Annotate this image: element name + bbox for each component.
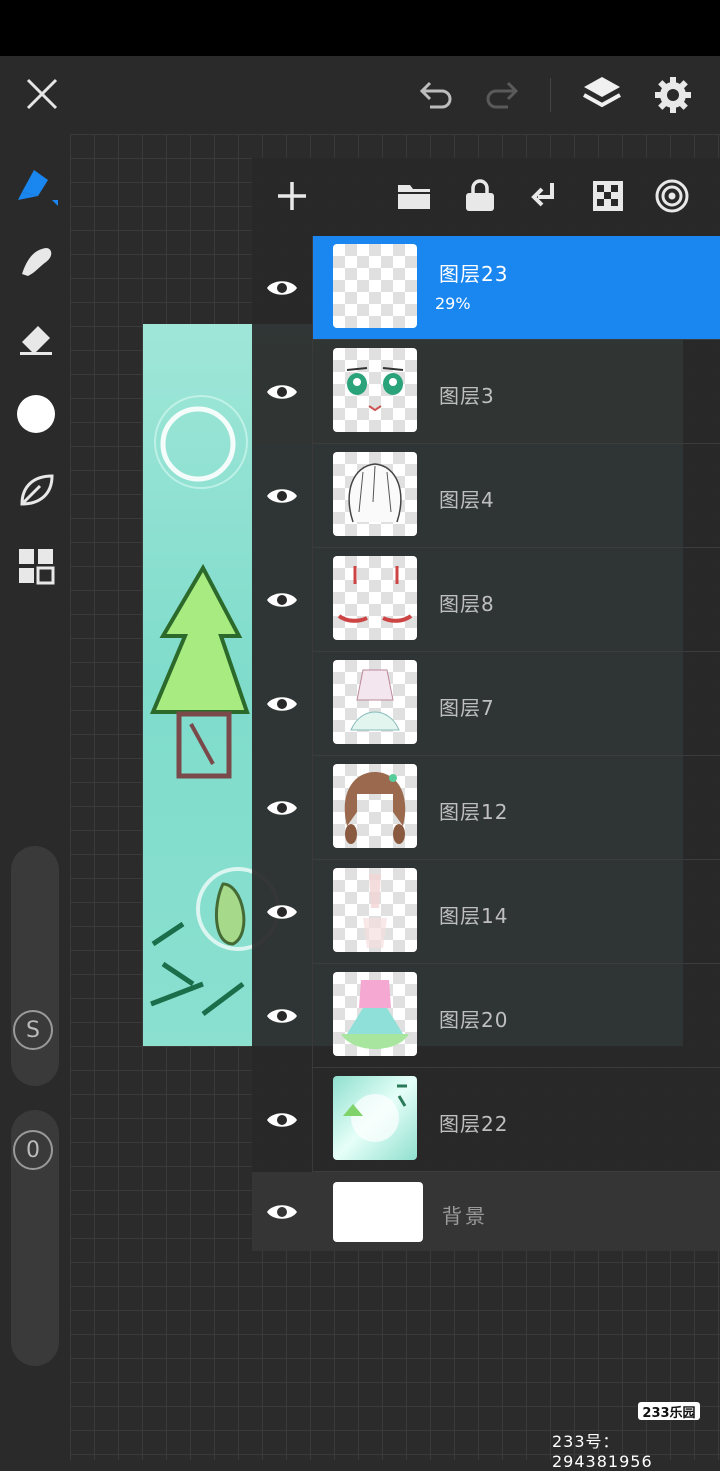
visibility-eye-icon[interactable] (252, 756, 313, 860)
layer-name: 图层7 (439, 696, 495, 720)
blend-mode-icon[interactable] (650, 174, 694, 218)
layer-thumbnail (333, 868, 417, 952)
visibility-eye-icon[interactable] (252, 548, 313, 652)
lock-icon[interactable] (458, 174, 502, 218)
layer-name: 图层22 (439, 1112, 509, 1136)
grid-icon[interactable] (12, 542, 60, 590)
visibility-eye-icon[interactable] (252, 444, 313, 548)
layer-row-content[interactable]: 图层14 (313, 860, 720, 964)
watermark-logo: 233乐园 (638, 1402, 700, 1421)
visibility-eye-icon[interactable] (252, 340, 313, 444)
visibility-eye-icon[interactable] (252, 1068, 313, 1172)
layer-row[interactable]: 图层12 (252, 756, 720, 860)
layer-row-content[interactable]: 图层20 (313, 964, 720, 1068)
layer-thumbnail (333, 660, 417, 744)
redo-icon[interactable] (478, 70, 526, 118)
background-layer-row[interactable]: 背景 (252, 1172, 720, 1251)
layers-icon[interactable] (576, 68, 628, 120)
color-swatch[interactable] (12, 390, 60, 438)
layer-row-content[interactable]: 图层7 (313, 652, 720, 756)
layer-opacity: 29% (435, 294, 471, 313)
layer-name: 图层8 (439, 592, 495, 616)
layer-row[interactable]: 图层20 (252, 964, 720, 1068)
layer-row-content[interactable]: 图层22 (313, 1068, 720, 1172)
top-toolbar (0, 56, 720, 134)
tool-sidebar: S 0 (0, 134, 70, 1460)
color-swatch-fill (17, 395, 55, 433)
folder-icon[interactable] (392, 174, 436, 218)
layer-row[interactable]: 图层23 29% (252, 236, 720, 340)
layer-name: 图层4 (439, 488, 495, 512)
background-thumbnail (333, 1182, 423, 1242)
layer-row-content[interactable]: 图层8 (313, 548, 720, 652)
smudge-icon[interactable] (12, 238, 60, 286)
brush-opacity-label: 0 (13, 1130, 53, 1170)
gear-icon[interactable] (648, 70, 698, 120)
visibility-eye-icon[interactable] (252, 652, 313, 756)
layer-thumbnail (333, 348, 417, 432)
leaf-icon[interactable] (12, 466, 60, 514)
layer-thumbnail (333, 244, 417, 328)
layer-row[interactable]: 图层14 (252, 860, 720, 964)
toolbar-divider (550, 78, 551, 112)
transparency-icon[interactable] (586, 174, 630, 218)
layer-name: 图层20 (439, 1008, 509, 1032)
eraser-icon[interactable] (12, 314, 60, 362)
layer-thumbnail (333, 1076, 417, 1160)
layer-thumbnail (333, 452, 417, 536)
layer-row-content[interactable]: 图层3 (313, 340, 720, 444)
background-layer-name: 背景 (442, 1204, 488, 1228)
layer-thumbnail (333, 764, 417, 848)
layer-name: 图层23 (439, 262, 509, 286)
layer-name: 图层3 (439, 384, 495, 408)
visibility-eye-icon[interactable] (252, 1172, 312, 1251)
layer-row[interactable]: 图层7 (252, 652, 720, 756)
brush-size-slider[interactable] (11, 846, 59, 1086)
merge-down-icon[interactable] (522, 174, 566, 218)
visibility-eye-icon[interactable] (252, 964, 313, 1068)
layer-row-content[interactable]: 图层12 (313, 756, 720, 860)
layer-row[interactable]: 图层3 (252, 340, 720, 444)
layer-thumbnail (333, 972, 417, 1056)
layer-name: 图层14 (439, 904, 509, 928)
add-layer-icon[interactable] (270, 174, 314, 218)
watermark-id: 233号： 294381956 (552, 1432, 653, 1471)
layer-row[interactable]: 图层22 (252, 1068, 720, 1172)
status-bar (0, 0, 720, 56)
layers-panel-toolbar (252, 158, 720, 236)
layer-row[interactable]: 图层4 (252, 444, 720, 548)
visibility-eye-icon[interactable] (252, 860, 313, 964)
layers-panel: 图层23 29% 图层3 图层4 图层8 图层7 图层12 图层14 图层20 … (252, 158, 720, 1251)
layer-row[interactable]: 图层8 (252, 548, 720, 652)
layer-row-content[interactable]: 图层23 29% (313, 236, 720, 340)
undo-icon[interactable] (412, 70, 460, 118)
close-icon[interactable] (18, 70, 66, 118)
visibility-eye-icon[interactable] (252, 236, 313, 340)
layer-thumbnail (333, 556, 417, 640)
brush-size-label: S (13, 1010, 53, 1050)
pen-icon[interactable] (12, 160, 60, 208)
layer-name: 图层12 (439, 800, 509, 824)
layer-row-content[interactable]: 图层4 (313, 444, 720, 548)
